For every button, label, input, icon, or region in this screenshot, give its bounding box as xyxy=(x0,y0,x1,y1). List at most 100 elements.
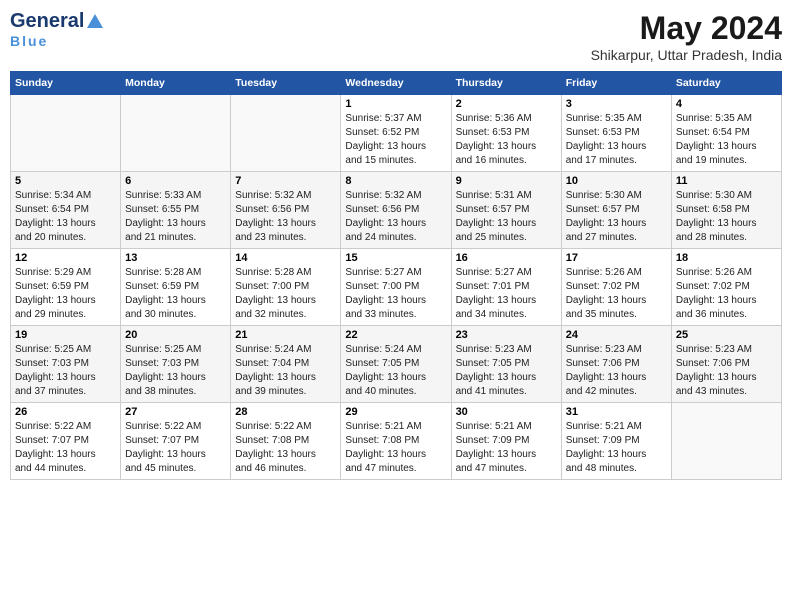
table-row: 14 Sunrise: 5:28 AMSunset: 7:00 PMDayligh… xyxy=(231,249,341,326)
day-number: 24 xyxy=(566,329,667,341)
table-row: 23 Sunrise: 5:23 AMSunset: 7:05 PMDayligh… xyxy=(451,326,561,403)
day-number: 25 xyxy=(676,329,777,341)
day-info: Sunrise: 5:23 AMSunset: 7:06 PMDaylight:… xyxy=(566,343,667,399)
col-wednesday: Wednesday xyxy=(341,72,451,95)
table-row: 22 Sunrise: 5:24 AMSunset: 7:05 PMDayligh… xyxy=(341,326,451,403)
calendar-table: Sunday Monday Tuesday Wednesday Thursday… xyxy=(10,71,782,480)
table-row xyxy=(121,95,231,172)
logo: General Blue xyxy=(10,10,104,51)
day-info: Sunrise: 5:33 AMSunset: 6:55 PMDaylight:… xyxy=(125,189,226,245)
day-number: 15 xyxy=(345,252,446,264)
title-area: May 2024 Shikarpur, Uttar Pradesh, India xyxy=(591,10,782,63)
table-row: 4 Sunrise: 5:35 AMSunset: 6:54 PMDaylight… xyxy=(671,95,781,172)
table-row: 30 Sunrise: 5:21 AMSunset: 7:09 PMDayligh… xyxy=(451,403,561,480)
table-row: 27Sunrise: 5:22 AMSunset: 7:07 PMDayligh… xyxy=(121,403,231,480)
day-info: Sunrise: 5:21 AMSunset: 7:09 PMDaylight:… xyxy=(456,420,557,476)
location: Shikarpur, Uttar Pradesh, India xyxy=(591,47,782,63)
day-number: 6 xyxy=(125,175,226,187)
day-number: 16 xyxy=(456,252,557,264)
day-number: 14 xyxy=(235,252,336,264)
table-row: 16Sunrise: 5:27 AMSunset: 7:01 PMDayligh… xyxy=(451,249,561,326)
table-row: 28 Sunrise: 5:22 AMSunset: 7:08 PMDayligh… xyxy=(231,403,341,480)
calendar-week-row: 5Sunrise: 5:34 AMSunset: 6:54 PMDaylight… xyxy=(11,172,782,249)
day-number: 9 xyxy=(456,175,557,187)
table-row: 20Sunrise: 5:25 AMSunset: 7:03 PMDayligh… xyxy=(121,326,231,403)
day-info: Sunrise: 5:32 AMSunset: 6:56 PMDaylight:… xyxy=(345,189,446,245)
table-row: 11 Sunrise: 5:30 AMSunset: 6:58 PMDayligh… xyxy=(671,172,781,249)
day-info: Sunrise: 5:27 AMSunset: 7:00 PMDaylight:… xyxy=(345,266,446,322)
table-row: 3 Sunrise: 5:35 AMSunset: 6:53 PMDaylight… xyxy=(561,95,671,172)
day-info: Sunrise: 5:26 AMSunset: 7:02 PMDaylight:… xyxy=(676,266,777,322)
day-info: Sunrise: 5:26 AMSunset: 7:02 PMDaylight:… xyxy=(566,266,667,322)
table-row xyxy=(11,95,121,172)
table-row: 29Sunrise: 5:21 AMSunset: 7:08 PMDayligh… xyxy=(341,403,451,480)
table-row: 25 Sunrise: 5:23 AMSunset: 7:06 PMDayligh… xyxy=(671,326,781,403)
day-number: 11 xyxy=(676,175,777,187)
day-info: Sunrise: 5:23 AMSunset: 7:05 PMDaylight:… xyxy=(456,343,557,399)
day-info: Sunrise: 5:37 AMSunset: 6:52 PMDaylight:… xyxy=(345,112,446,168)
day-info: Sunrise: 5:32 AMSunset: 6:56 PMDaylight:… xyxy=(235,189,336,245)
day-number: 4 xyxy=(676,98,777,110)
logo-blue: Blue xyxy=(10,33,48,49)
col-friday: Friday xyxy=(561,72,671,95)
day-number: 27 xyxy=(125,406,226,418)
col-monday: Monday xyxy=(121,72,231,95)
day-info: Sunrise: 5:22 AMSunset: 7:07 PMDaylight:… xyxy=(15,420,116,476)
table-row: 18Sunrise: 5:26 AMSunset: 7:02 PMDayligh… xyxy=(671,249,781,326)
day-number: 7 xyxy=(235,175,336,187)
day-info: Sunrise: 5:36 AMSunset: 6:53 PMDaylight:… xyxy=(456,112,557,168)
table-row: 19Sunrise: 5:25 AMSunset: 7:03 PMDayligh… xyxy=(11,326,121,403)
day-info: Sunrise: 5:25 AMSunset: 7:03 PMDaylight:… xyxy=(15,343,116,399)
col-thursday: Thursday xyxy=(451,72,561,95)
day-info: Sunrise: 5:31 AMSunset: 6:57 PMDaylight:… xyxy=(456,189,557,245)
col-tuesday: Tuesday xyxy=(231,72,341,95)
day-number: 28 xyxy=(235,406,336,418)
table-row: 13Sunrise: 5:28 AMSunset: 6:59 PMDayligh… xyxy=(121,249,231,326)
calendar-week-row: 26 Sunrise: 5:22 AMSunset: 7:07 PMDayligh… xyxy=(11,403,782,480)
day-number: 3 xyxy=(566,98,667,110)
day-info: Sunrise: 5:25 AMSunset: 7:03 PMDaylight:… xyxy=(125,343,226,399)
day-info: Sunrise: 5:28 AMSunset: 7:00 PMDaylight:… xyxy=(235,266,336,322)
day-number: 2 xyxy=(456,98,557,110)
day-number: 12 xyxy=(15,252,116,264)
day-info: Sunrise: 5:21 AMSunset: 7:08 PMDaylight:… xyxy=(345,420,446,476)
col-saturday: Saturday xyxy=(671,72,781,95)
table-row: 8Sunrise: 5:32 AMSunset: 6:56 PMDaylight… xyxy=(341,172,451,249)
table-row: 26 Sunrise: 5:22 AMSunset: 7:07 PMDayligh… xyxy=(11,403,121,480)
day-info: Sunrise: 5:24 AMSunset: 7:05 PMDaylight:… xyxy=(345,343,446,399)
day-number: 1 xyxy=(345,98,446,110)
day-info: Sunrise: 5:28 AMSunset: 6:59 PMDaylight:… xyxy=(125,266,226,322)
table-row: 15 Sunrise: 5:27 AMSunset: 7:00 PMDayligh… xyxy=(341,249,451,326)
table-row: 12 Sunrise: 5:29 AMSunset: 6:59 PMDayligh… xyxy=(11,249,121,326)
day-info: Sunrise: 5:35 AMSunset: 6:53 PMDaylight:… xyxy=(566,112,667,168)
calendar-week-row: 1 Sunrise: 5:37 AMSunset: 6:52 PMDaylight… xyxy=(11,95,782,172)
table-row: 5Sunrise: 5:34 AMSunset: 6:54 PMDaylight… xyxy=(11,172,121,249)
day-info: Sunrise: 5:30 AMSunset: 6:57 PMDaylight:… xyxy=(566,189,667,245)
calendar-week-row: 19Sunrise: 5:25 AMSunset: 7:03 PMDayligh… xyxy=(11,326,782,403)
day-info: Sunrise: 5:24 AMSunset: 7:04 PMDaylight:… xyxy=(235,343,336,399)
table-row: 17Sunrise: 5:26 AMSunset: 7:02 PMDayligh… xyxy=(561,249,671,326)
day-number: 26 xyxy=(15,406,116,418)
page-header: General Blue May 2024 Shikarpur, Uttar P… xyxy=(10,10,782,63)
table-row: 24 Sunrise: 5:23 AMSunset: 7:06 PMDayligh… xyxy=(561,326,671,403)
day-info: Sunrise: 5:23 AMSunset: 7:06 PMDaylight:… xyxy=(676,343,777,399)
month-year: May 2024 xyxy=(591,10,782,47)
table-row: 31Sunrise: 5:21 AMSunset: 7:09 PMDayligh… xyxy=(561,403,671,480)
day-info: Sunrise: 5:35 AMSunset: 6:54 PMDaylight:… xyxy=(676,112,777,168)
table-row xyxy=(671,403,781,480)
col-sunday: Sunday xyxy=(11,72,121,95)
day-info: Sunrise: 5:30 AMSunset: 6:58 PMDaylight:… xyxy=(676,189,777,245)
calendar-header-row: Sunday Monday Tuesday Wednesday Thursday… xyxy=(11,72,782,95)
day-info: Sunrise: 5:29 AMSunset: 6:59 PMDaylight:… xyxy=(15,266,116,322)
table-row: 2 Sunrise: 5:36 AMSunset: 6:53 PMDaylight… xyxy=(451,95,561,172)
day-info: Sunrise: 5:21 AMSunset: 7:09 PMDaylight:… xyxy=(566,420,667,476)
table-row: 7 Sunrise: 5:32 AMSunset: 6:56 PMDaylight… xyxy=(231,172,341,249)
table-row xyxy=(231,95,341,172)
table-row: 1 Sunrise: 5:37 AMSunset: 6:52 PMDaylight… xyxy=(341,95,451,172)
day-number: 23 xyxy=(456,329,557,341)
day-number: 21 xyxy=(235,329,336,341)
day-number: 10 xyxy=(566,175,667,187)
day-number: 30 xyxy=(456,406,557,418)
day-number: 22 xyxy=(345,329,446,341)
day-info: Sunrise: 5:22 AMSunset: 7:08 PMDaylight:… xyxy=(235,420,336,476)
